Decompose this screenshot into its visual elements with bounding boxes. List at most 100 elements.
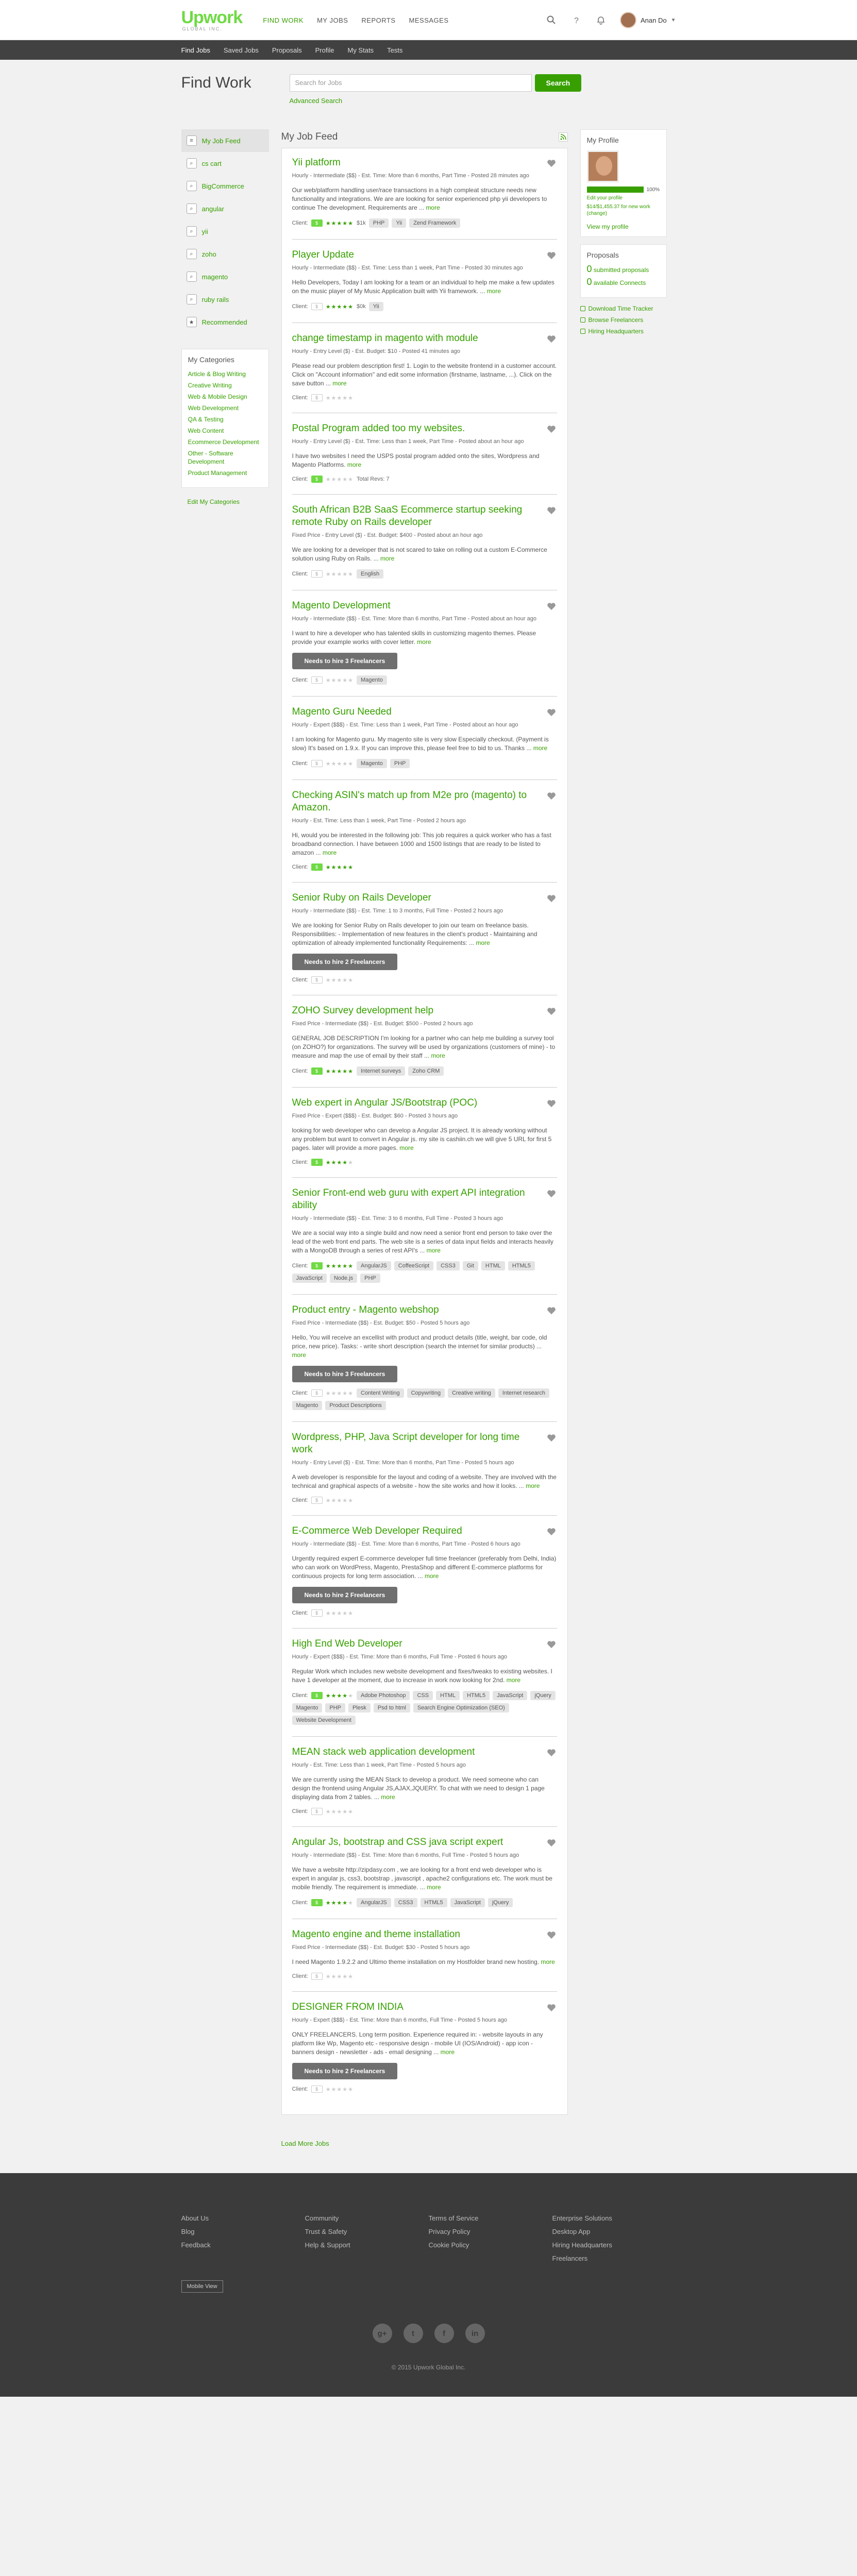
more-link[interactable]: more [380,555,394,562]
google-plus-icon[interactable]: g+ [372,2324,392,2343]
rate-text[interactable]: $14/$1,455.37 for new work (change) [587,204,660,217]
sidebar-item[interactable]: ★ Recommended [181,311,269,333]
heart-icon[interactable] [547,506,556,515]
sidebar-item[interactable]: ⌕ ruby rails [181,288,269,311]
category-link[interactable]: Web Development [188,404,262,412]
view-profile-link[interactable]: View my profile [587,223,660,230]
skill-tag[interactable]: HTML [481,1261,505,1270]
footer-link[interactable]: About Us [181,2214,305,2222]
category-link[interactable]: Article & Blog Writing [188,370,262,378]
sidebar-item[interactable]: ⌕ zoho [181,243,269,265]
skill-tag[interactable]: PHP [360,1274,380,1283]
more-link[interactable]: more [441,2048,455,2056]
more-link[interactable]: more [399,1144,413,1151]
skill-tag[interactable]: CSS [413,1691,433,1700]
skill-tag[interactable]: JavaScript [493,1691,528,1700]
nav-item-2[interactable]: REPORTS [361,16,395,24]
more-link[interactable]: more [427,1884,441,1891]
mobile-view-button[interactable]: Mobile View [181,2280,223,2293]
job-title[interactable]: Player Update [292,249,536,261]
available-connects[interactable]: 0 available Connects [587,277,660,287]
job-title[interactable]: Angular Js, bootstrap and CSS java scrip… [292,1836,536,1849]
more-link[interactable]: more [431,1052,445,1059]
help-icon[interactable]: ? [570,14,582,26]
heart-icon[interactable] [547,791,556,801]
nav-item-1[interactable]: MY JOBS [317,16,348,24]
skill-tag[interactable]: Website Development [292,1716,356,1725]
skill-tag[interactable]: PHP [390,759,410,768]
footer-link[interactable]: Cookie Policy [429,2241,552,2249]
more-link[interactable]: more [332,380,346,387]
job-title[interactable]: High End Web Developer [292,1638,536,1650]
heart-icon[interactable] [547,425,556,434]
subnav-item-4[interactable]: My Stats [347,46,374,54]
sidebar-item[interactable]: ⌕ angular [181,197,269,220]
sidebar-item[interactable]: ⌕ magento [181,265,269,288]
more-link[interactable]: more [526,1482,540,1489]
heart-icon[interactable] [547,334,556,344]
job-title[interactable]: Wordpress, PHP, Java Script developer fo… [292,1431,536,1456]
heart-icon[interactable] [547,1099,556,1108]
search-button[interactable]: Search [534,74,582,92]
more-link[interactable]: more [427,1247,441,1254]
footer-link[interactable]: Enterprise Solutions [552,2214,676,2222]
edit-profile-link[interactable]: Edit your profile [587,195,660,201]
advanced-search-link[interactable]: Advanced Search [290,97,582,105]
more-link[interactable]: more [381,1793,395,1801]
job-title[interactable]: Senior Ruby on Rails Developer [292,892,536,904]
more-link[interactable]: more [323,849,337,856]
heart-icon[interactable] [547,1007,556,1016]
sidebar-item[interactable]: ⌕ cs cart [181,152,269,175]
skill-tag[interactable]: Git [462,1261,478,1270]
subnav-item-3[interactable]: Profile [315,46,334,54]
skill-tag[interactable]: Zoho CRM [408,1066,444,1076]
skill-tag[interactable]: Magento [357,759,387,768]
skill-tag[interactable]: AngularJS [357,1261,391,1270]
footer-link[interactable]: Blog [181,2228,305,2235]
skill-tag[interactable]: JavaScript [450,1898,485,1907]
job-title[interactable]: MEAN stack web application development [292,1746,536,1758]
heart-icon[interactable] [547,1527,556,1536]
job-title[interactable]: Magento Development [292,600,536,612]
footer-link[interactable]: Desktop App [552,2228,676,2235]
heart-icon[interactable] [547,602,556,611]
subnav-item-1[interactable]: Saved Jobs [224,46,259,54]
more-link[interactable]: more [533,744,547,752]
skill-tag[interactable]: HTML5 [420,1898,447,1907]
upwork-logo[interactable]: Upwork GLOBAL INC. [181,9,243,31]
sidebar-item[interactable]: ≡ My Job Feed [181,129,269,152]
job-title[interactable]: Magento engine and theme installation [292,1928,536,1941]
skill-tag[interactable]: HTML5 [463,1691,490,1700]
heart-icon[interactable] [547,1838,556,1848]
skill-tag[interactable]: Zend Framework [409,218,461,228]
more-link[interactable]: more [487,287,501,295]
heart-icon[interactable] [547,1306,556,1315]
tool-link[interactable]: Download Time Tracker [580,305,667,312]
heart-icon[interactable] [547,1748,556,1757]
category-link[interactable]: QA & Testing [188,415,262,423]
skill-tag[interactable]: jQuery [488,1898,513,1907]
skill-tag[interactable]: Creative writing [448,1388,495,1398]
job-title[interactable]: Postal Program added too my websites. [292,422,536,435]
footer-link[interactable]: Hiring Headquarters [552,2241,676,2249]
skill-tag[interactable]: CSS3 [394,1898,417,1907]
category-link[interactable]: Product Management [188,469,262,477]
rss-icon[interactable] [558,132,568,142]
job-title[interactable]: ZOHO Survey development help [292,1005,536,1017]
footer-link[interactable]: Feedback [181,2241,305,2249]
job-title[interactable]: DESIGNER FROM INDIA [292,2001,536,2013]
skill-tag[interactable]: PHP [368,218,389,228]
skill-tag[interactable]: Search Engine Optimization (SEO) [413,1703,509,1713]
footer-link[interactable]: Help & Support [305,2241,429,2249]
heart-icon[interactable] [547,894,556,903]
job-title[interactable]: Senior Front-end web guru with expert AP… [292,1187,536,1212]
heart-icon[interactable] [547,1433,556,1443]
skill-tag[interactable]: Magento [292,1401,323,1410]
nav-item-3[interactable]: MESSAGES [409,16,449,24]
job-title[interactable]: Checking ASIN's match up from M2e pro (m… [292,789,536,814]
search-icon[interactable] [546,14,557,26]
footer-link[interactable]: Terms of Service [429,2214,552,2222]
skill-tag[interactable]: Magento [357,675,387,685]
heart-icon[interactable] [547,1930,556,1940]
skill-tag[interactable]: Content Writing [357,1388,404,1398]
